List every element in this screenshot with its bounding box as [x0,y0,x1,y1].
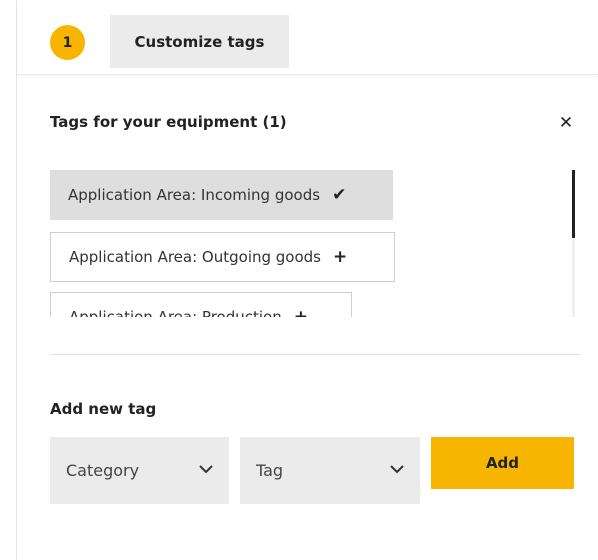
tag-chip-production[interactable]: Application Area: Production + [50,292,352,317]
add-tag-title: Add new tag [50,400,157,418]
step-badge: 1 [50,25,85,60]
panel-edge [16,0,17,560]
check-icon: ✔ [332,185,347,205]
category-select[interactable]: Category [50,437,229,504]
plus-icon: + [293,307,308,317]
chevron-down-icon [199,463,213,478]
add-button[interactable]: Add [431,437,574,489]
tag-chip-label: Application Area: Outgoing goods [69,248,321,266]
chevron-down-icon [390,463,404,478]
close-icon[interactable]: ✕ [556,113,576,133]
tag-select-label: Tag [256,461,284,480]
category-select-label: Category [66,461,140,480]
tag-chip-label: Application Area: Incoming goods [68,186,321,204]
tag-chip-incoming-goods[interactable]: Application Area: Incoming goods ✔ [50,170,393,220]
tag-chip-label: Application Area: Production [69,308,282,317]
tab-customize-tags[interactable]: Customize tags [110,15,289,68]
tag-dialog: 1 Customize tags Tags for your equipment… [0,0,598,560]
panel-title: Tags for your equipment (1) [50,113,287,131]
tag-chip-outgoing-goods[interactable]: Application Area: Outgoing goods + [50,232,395,282]
header-bar [17,0,598,75]
tag-list: Application Area: Incoming goods ✔ Appli… [50,170,560,317]
plus-icon: + [333,247,348,267]
tag-list-scrollbar[interactable] [572,170,575,317]
scrollbar-thumb[interactable] [572,170,575,238]
section-divider [50,354,580,355]
tag-select[interactable]: Tag [240,437,420,504]
